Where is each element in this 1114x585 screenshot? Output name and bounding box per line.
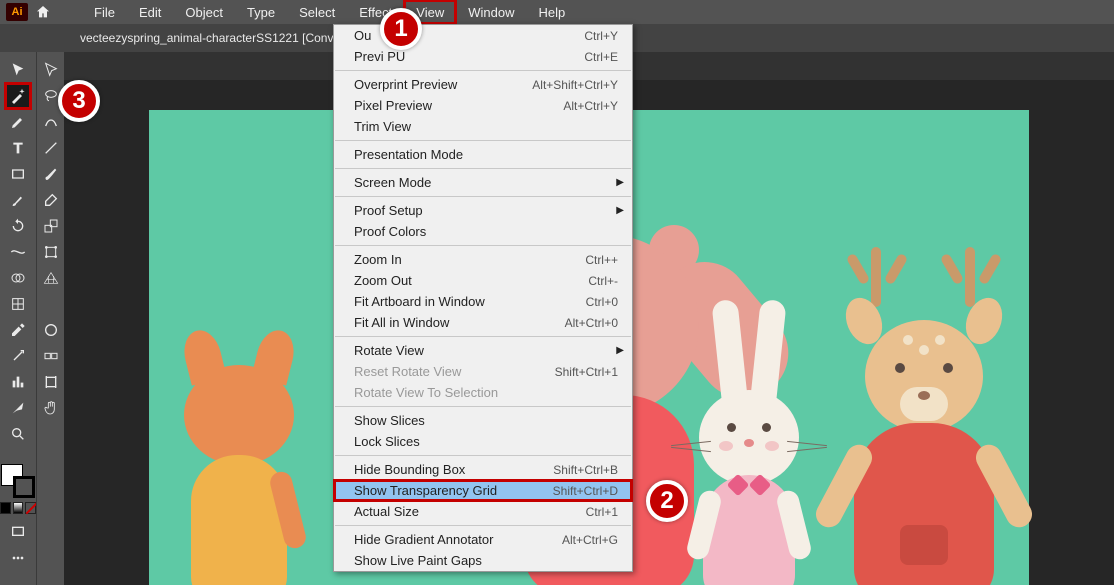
rectangle-tool[interactable]: [6, 162, 30, 186]
illustration-deer: [829, 235, 1019, 585]
menuitem-fit-all-in-window[interactable]: Fit All in WindowAlt+Ctrl+0: [334, 312, 632, 333]
menu-help[interactable]: Help: [526, 0, 577, 24]
menuitem-presentation-mode[interactable]: Presentation Mode: [334, 144, 632, 165]
menu-edit[interactable]: Edit: [127, 0, 173, 24]
gradient-tool[interactable]: [39, 292, 63, 316]
left-toolbar-col2: [36, 52, 64, 585]
menuitem-zoom-in[interactable]: Zoom InCtrl++: [334, 249, 632, 270]
callout-1: 1: [380, 8, 422, 50]
menuitem-hide-gradient-annotator[interactable]: Hide Gradient AnnotatorAlt+Ctrl+G: [334, 529, 632, 550]
hand-tool[interactable]: [39, 396, 63, 420]
menu-window[interactable]: Window: [456, 0, 526, 24]
menuitem-screen-mode[interactable]: Screen Mode▶: [334, 172, 632, 193]
menuitem-trim-view[interactable]: Trim View: [334, 116, 632, 137]
eyedropper-tool[interactable]: [6, 318, 30, 342]
paintbrush-tool[interactable]: [6, 188, 30, 212]
menu-file[interactable]: File: [82, 0, 127, 24]
magic-wand-tool[interactable]: [6, 84, 30, 108]
direct-selection-tool[interactable]: [39, 58, 63, 82]
menuitem-fit-artboard-in-window[interactable]: Fit Artboard in WindowCtrl+0: [334, 291, 632, 312]
menu-object[interactable]: Object: [173, 0, 235, 24]
blob-brush-tool[interactable]: [39, 162, 63, 186]
blend-tool[interactable]: [39, 344, 63, 368]
fill-stroke[interactable]: [0, 464, 36, 514]
free-transform-tool[interactable]: [39, 240, 63, 264]
illustration-fox: [169, 275, 309, 585]
menuitem-proof-setup[interactable]: Proof Setup▶: [334, 200, 632, 221]
illustration-rabbit: [679, 295, 819, 585]
rotate-tool[interactable]: [6, 214, 30, 238]
edit-toolbar[interactable]: [6, 546, 30, 570]
menuitem-proof-colors[interactable]: Proof Colors: [334, 221, 632, 242]
menuitem-rotate-view-to-selection: Rotate View To Selection: [334, 382, 632, 403]
shape-builder-tool[interactable]: [6, 266, 30, 290]
left-toolbar-col1: [0, 52, 36, 585]
callout-2: 2: [646, 480, 688, 522]
eraser-tool[interactable]: [39, 188, 63, 212]
width-tool[interactable]: [6, 240, 30, 264]
symbol-sprayer-tool[interactable]: [6, 344, 30, 368]
curvature-tool[interactable]: [39, 110, 63, 134]
view-menu-dropdown: OuCtrl+YPrevi PUCtrl+E Overprint PreviewA…: [333, 24, 633, 572]
menuitem-ou[interactable]: OuCtrl+Y: [334, 25, 632, 46]
artboard-tool[interactable]: [39, 370, 63, 394]
menuitem-zoom-out[interactable]: Zoom OutCtrl+-: [334, 270, 632, 291]
pen-tool[interactable]: [6, 110, 30, 134]
column-graph-tool[interactable]: [6, 370, 30, 394]
mesh-tool[interactable]: [6, 292, 30, 316]
menuitem-hide-bounding-box[interactable]: Hide Bounding BoxShift+Ctrl+B: [334, 459, 632, 480]
screen-mode-tool[interactable]: [6, 520, 30, 544]
perspective-grid-tool[interactable]: [39, 266, 63, 290]
color-picker-icon[interactable]: [39, 318, 63, 342]
menuitem-pixel-preview[interactable]: Pixel PreviewAlt+Ctrl+Y: [334, 95, 632, 116]
menu-select[interactable]: Select: [287, 0, 347, 24]
menuitem-previ-pu[interactable]: Previ PUCtrl+E: [334, 46, 632, 67]
menubar: Ai FileEditObjectTypeSelectEffectViewWin…: [0, 0, 1114, 24]
line-segment-tool[interactable]: [39, 136, 63, 160]
menuitem-lock-slices[interactable]: Lock Slices: [334, 431, 632, 452]
menuitem-overprint-preview[interactable]: Overprint PreviewAlt+Shift+Ctrl+Y: [334, 74, 632, 95]
selection-tool[interactable]: [6, 58, 30, 82]
zoom-tool[interactable]: [6, 422, 30, 446]
home-icon[interactable]: [32, 4, 54, 20]
menuitem-reset-rotate-view: Reset Rotate ViewShift+Ctrl+1: [334, 361, 632, 382]
menuitem-show-slices[interactable]: Show Slices: [334, 410, 632, 431]
scale-tool[interactable]: [39, 214, 63, 238]
menuitem-actual-size[interactable]: Actual SizeCtrl+1: [334, 501, 632, 522]
menuitem-show-live-paint-gaps[interactable]: Show Live Paint Gaps: [334, 550, 632, 571]
menuitem-show-transparency-grid[interactable]: Show Transparency GridShift+Ctrl+D: [334, 480, 632, 501]
type-tool[interactable]: [6, 136, 30, 160]
app-icon: Ai: [6, 3, 28, 21]
callout-3: 3: [58, 80, 100, 122]
slice-tool[interactable]: [6, 396, 30, 420]
menuitem-rotate-view[interactable]: Rotate View▶: [334, 340, 632, 361]
menu-type[interactable]: Type: [235, 0, 287, 24]
